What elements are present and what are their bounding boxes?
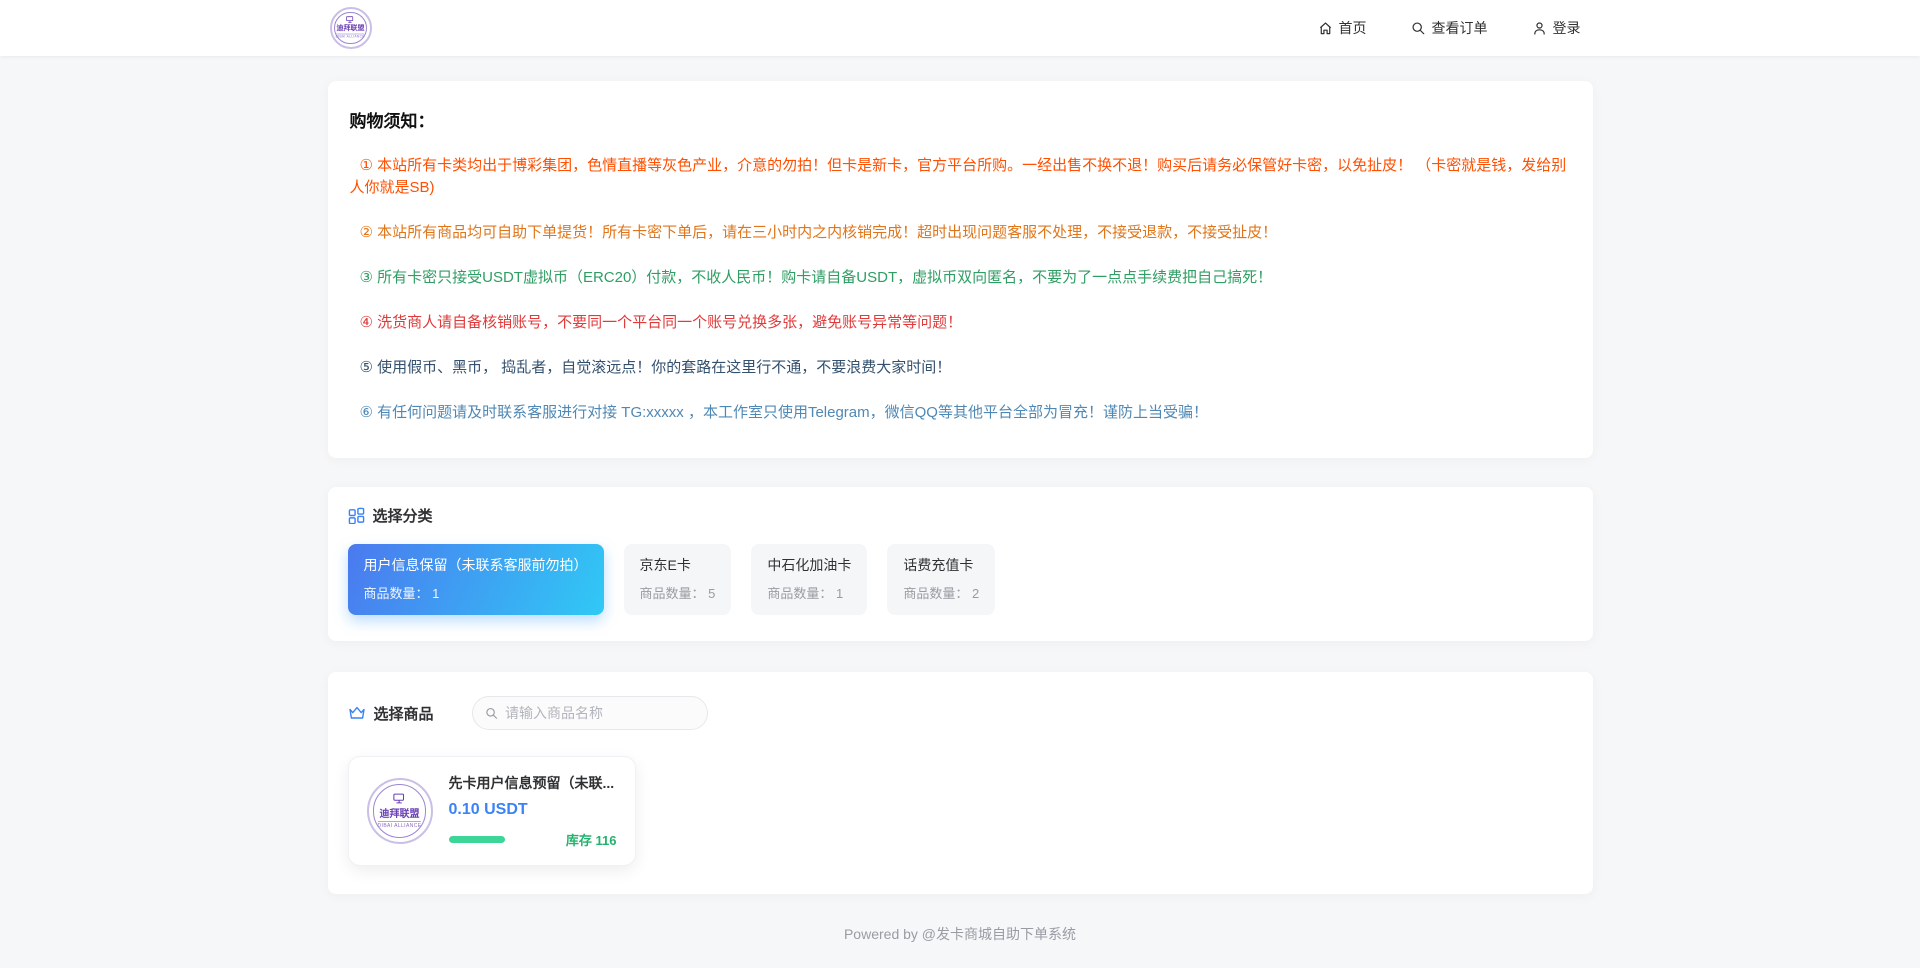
notice-line-6: ⑥ 有任何问题请及时联系客服进行对接 TG:xxxxx ，本工作室只使用Tele… bbox=[350, 402, 1571, 424]
category-name: 话费充值卡 bbox=[903, 555, 979, 575]
product-list: 迪拜联盟 DIBAI ALLIANCE 先卡用户信息预留（未联... 0.10 … bbox=[348, 756, 1573, 866]
product-price: 0.10 USDT bbox=[449, 801, 617, 819]
category-count: 商品数量： 2 bbox=[903, 583, 979, 602]
stock-bar bbox=[449, 836, 505, 843]
header: 迪拜联盟 DIBAI ALLIANCE 首页 查看订单 bbox=[0, 0, 1920, 56]
search-icon bbox=[485, 706, 499, 721]
brand-name: 迪拜联盟 bbox=[336, 23, 364, 33]
footer-text: Powered by @发卡商城自助下单系统 bbox=[0, 924, 1920, 944]
nav-item-orders[interactable]: 查看订单 bbox=[1411, 18, 1488, 38]
product-search-input[interactable] bbox=[505, 705, 694, 721]
notice-line-4: ④ 洗货商人请自备核销账号，不要同一个平台同一个账号兑换多张，避免账号异常等问题… bbox=[350, 312, 1571, 334]
brand-subtitle: DIBAI ALLIANCE bbox=[336, 34, 365, 39]
nav-item-label: 查看订单 bbox=[1432, 18, 1488, 38]
product-logo-inner: 迪拜联盟 DIBAI ALLIANCE bbox=[373, 784, 426, 837]
category-card-sinopec-fuel[interactable]: 中石化加油卡 商品数量： 1 bbox=[751, 544, 867, 615]
stock-value: 116 bbox=[596, 833, 617, 848]
monitor-icon bbox=[346, 16, 355, 23]
main-content: 购物须知： ① 本站所有卡类均出于博彩集团，色情直播等灰色产业，介意的勿拍！但卡… bbox=[328, 81, 1593, 894]
notice-card: 购物须知： ① 本站所有卡类均出于博彩集团，色情直播等灰色产业，介意的勿拍！但卡… bbox=[328, 81, 1593, 458]
notice-line-5: ⑤ 使用假币、黑币， 捣乱者，自觉滚远点！你的套路在这里行不通，不要浪费大家时间… bbox=[350, 357, 1571, 379]
main-nav: 首页 查看订单 登录 bbox=[1318, 18, 1581, 38]
crown-icon bbox=[348, 705, 366, 721]
nav-item-login[interactable]: 登录 bbox=[1532, 18, 1581, 38]
category-card-jd-ecard[interactable]: 京东E卡 商品数量： 5 bbox=[624, 544, 732, 615]
category-section: 选择分类 用户信息保留（未联系客服前勿拍） 商品数量： 1 京东E卡 商品数量：… bbox=[328, 487, 1593, 641]
product-section-title-wrap: 选择商品 bbox=[348, 703, 434, 724]
category-section-header: 选择分类 bbox=[348, 505, 1573, 526]
product-section-header: 选择商品 bbox=[348, 696, 1573, 730]
category-name: 京东E卡 bbox=[640, 555, 716, 575]
category-name: 中石化加油卡 bbox=[767, 555, 851, 575]
monitor-icon bbox=[393, 793, 407, 804]
search-icon bbox=[1411, 21, 1426, 36]
brand-name: 迪拜联盟 bbox=[380, 805, 420, 820]
brand-subtitle: DIBAI ALLIANCE bbox=[378, 821, 422, 829]
notice-line-1: ① 本站所有卡类均出于博彩集团，色情直播等灰色产业，介意的勿拍！但卡是新卡，官方… bbox=[350, 155, 1571, 199]
category-count: 商品数量： 1 bbox=[767, 583, 851, 602]
notice-line-3: ③ 所有卡密只接受USDT虚拟币（ERC20）付款，不收人民币！购卡请自备USD… bbox=[350, 267, 1571, 289]
category-list: 用户信息保留（未联系客服前勿拍） 商品数量： 1 京东E卡 商品数量： 5 中石… bbox=[348, 544, 1573, 615]
nav-item-label: 首页 bbox=[1339, 18, 1367, 38]
notice-line-2: ② 本站所有商品均可自助下单提货！所有卡密下单后，请在三小时内之内核销完成！超时… bbox=[350, 222, 1571, 244]
brand-logo[interactable]: 迪拜联盟 DIBAI ALLIANCE bbox=[330, 7, 372, 49]
stock-label: 库存 bbox=[566, 833, 592, 848]
nav-item-home[interactable]: 首页 bbox=[1318, 18, 1367, 38]
product-name: 先卡用户信息预留（未联... bbox=[449, 773, 617, 793]
category-card-user-info[interactable]: 用户信息保留（未联系客服前勿拍） 商品数量： 1 bbox=[348, 544, 604, 615]
grid-icon bbox=[348, 507, 365, 524]
nav-item-label: 登录 bbox=[1553, 18, 1581, 38]
product-section: 选择商品 迪拜联盟 DIB bbox=[328, 672, 1593, 894]
product-search bbox=[472, 696, 708, 730]
product-info: 先卡用户信息预留（未联... 0.10 USDT 库存 116 bbox=[449, 773, 617, 849]
category-card-phone-topup[interactable]: 话费充值卡 商品数量： 2 bbox=[887, 544, 995, 615]
stock-text: 库存 116 bbox=[566, 830, 617, 849]
product-logo: 迪拜联盟 DIBAI ALLIANCE bbox=[367, 778, 433, 844]
notice-title: 购物须知： bbox=[350, 107, 1571, 132]
brand-logo-inner: 迪拜联盟 DIBAI ALLIANCE bbox=[334, 12, 367, 45]
category-section-title: 选择分类 bbox=[373, 505, 433, 526]
footer: Powered by @发卡商城自助下单系统 bbox=[0, 924, 1920, 944]
product-meta: 库存 116 bbox=[449, 830, 617, 849]
category-name: 用户信息保留（未联系客服前勿拍） bbox=[364, 555, 588, 575]
home-icon bbox=[1318, 21, 1333, 36]
category-count: 商品数量： 1 bbox=[364, 583, 588, 602]
product-section-title: 选择商品 bbox=[374, 703, 434, 724]
category-count: 商品数量： 5 bbox=[640, 583, 716, 602]
user-icon bbox=[1532, 21, 1547, 36]
product-card[interactable]: 迪拜联盟 DIBAI ALLIANCE 先卡用户信息预留（未联... 0.10 … bbox=[348, 756, 636, 866]
